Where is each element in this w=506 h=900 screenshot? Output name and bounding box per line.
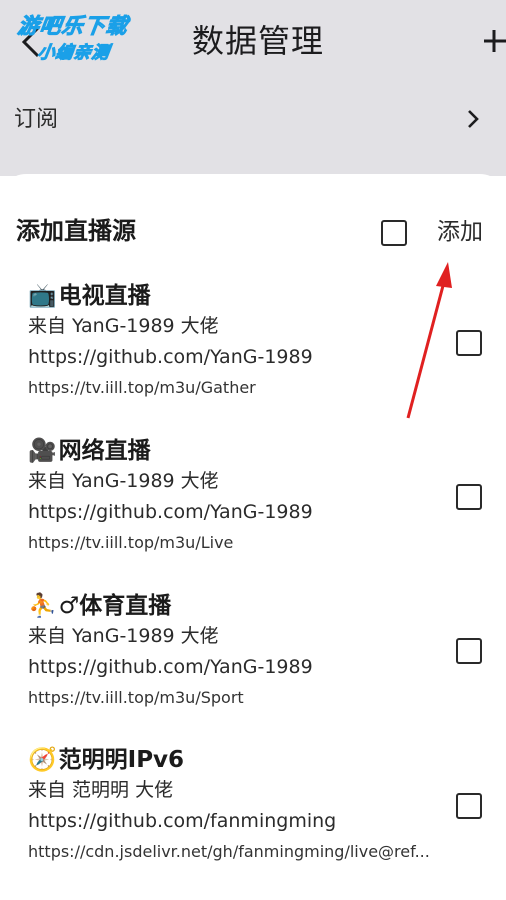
source-item-name: 网络直播 [58, 438, 151, 464]
source-item-title: 🎥网络直播 [28, 435, 438, 467]
watermark-line1: 游吧乐下载 [16, 14, 130, 39]
source-item-name: 范明明IPv6 [58, 747, 185, 773]
app-bar: 数据管理 游吧乐下载 小编亲测 [0, 0, 506, 84]
watermark: 游吧乐下载 小编亲测 [12, 10, 152, 68]
source-item-url: https://tv.iill.top/m3u/Gather [28, 378, 256, 397]
source-item-url: https://tv.iill.top/m3u/Live [28, 533, 234, 552]
source-item-title: 📺电视直播 [28, 280, 438, 312]
source-item-desc: 来自 YanG-1989 大佬 https://github.com/YanG-… [28, 315, 313, 368]
sheet-title: 添加直播源 [16, 217, 136, 245]
watermark-line2: 小编亲测 [36, 43, 112, 64]
source-item-checkbox[interactable] [456, 793, 482, 819]
sport-icon: ⛹ [28, 593, 57, 619]
video-camera-icon: 🎥 [28, 438, 57, 464]
source-item-url: https://tv.iill.top/m3u/Sport [28, 688, 244, 707]
source-item-desc: 来自 YanG-1989 大佬 https://github.com/YanG-… [28, 470, 313, 523]
source-item: ⛹♂体育直播 来自 YanG-1989 大佬 https://github.co… [28, 590, 438, 711]
source-item-checkbox[interactable] [456, 484, 482, 510]
chevron-right-icon [468, 110, 479, 128]
tv-icon: 📺 [28, 283, 57, 309]
source-item-title: 🧭范明明IPv6 [28, 744, 438, 776]
add-source-sheet: 添加直播源 添加 📺电视直播 来自 YanG-1989 大佬 https://g… [0, 174, 506, 900]
subscription-label: 订阅 [14, 107, 59, 132]
source-item-checkbox[interactable] [456, 638, 482, 664]
plus-icon[interactable] [480, 26, 506, 56]
source-item-title: ⛹♂体育直播 [28, 590, 438, 622]
compass-icon: 🧭 [28, 747, 57, 773]
source-item-name: ♂体育直播 [58, 593, 172, 619]
source-item: 🧭范明明IPv6 来自 范明明 大佬 https://github.com/fa… [28, 744, 438, 865]
select-all-checkbox[interactable] [381, 220, 407, 246]
source-item-url: https://cdn.jsdelivr.net/gh/fanmingming/… [28, 842, 430, 861]
source-item-name: 电视直播 [58, 283, 151, 309]
source-item: 📺电视直播 来自 YanG-1989 大佬 https://github.com… [28, 280, 438, 401]
source-item-desc: 来自 YanG-1989 大佬 https://github.com/YanG-… [28, 625, 313, 678]
source-item-desc: 来自 范明明 大佬 https://github.com/fanmingming [28, 779, 337, 832]
add-button[interactable]: 添加 [437, 216, 483, 248]
source-item: 🎥网络直播 来自 YanG-1989 大佬 https://github.com… [28, 435, 438, 556]
source-item-checkbox[interactable] [456, 330, 482, 356]
subscription-row[interactable]: 订阅 [0, 84, 506, 176]
